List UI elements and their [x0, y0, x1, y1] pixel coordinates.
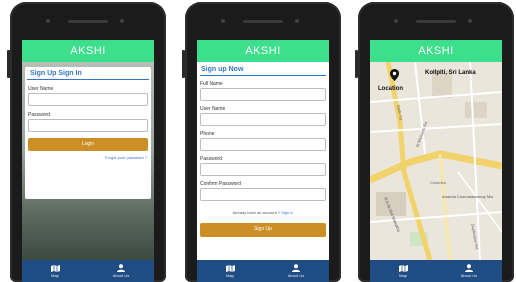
forgot-password-link[interactable]: Forgot your password ? — [29, 155, 147, 160]
tab-about[interactable]: About Us — [263, 260, 329, 282]
tab-about[interactable]: About Us — [436, 260, 502, 282]
map-icon — [50, 264, 60, 272]
password-input[interactable] — [200, 163, 326, 176]
camera-dot — [120, 19, 124, 23]
bottom-tabbar: Map About Us — [370, 260, 502, 282]
screen-signin: AKSHI Sign Up Sign In User Name Password… — [22, 40, 154, 282]
tab-map-label: Map — [226, 272, 234, 278]
signin-heading: Sign Up Sign In — [27, 67, 149, 80]
signin-card: Sign Up Sign In User Name Password Login… — [25, 67, 151, 199]
map-view[interactable]: Kollpiti, Sri Lanka Location Galle Rd St… — [370, 62, 502, 260]
confirm-password-input[interactable] — [200, 188, 326, 201]
user-icon — [117, 264, 125, 272]
bottom-tabbar: Map About Us — [197, 260, 329, 282]
password-input[interactable] — [28, 119, 148, 132]
phone-frame-3: AKSHI Kollpiti, Sri Lanka Location Galle… — [355, 2, 514, 282]
location-title: Kollpiti, Sri Lanka — [425, 70, 476, 76]
screen-signup: AKSHI Sign up Now Full Name User Name Ph… — [197, 40, 329, 282]
side-button — [7, 50, 10, 78]
background-image: Sign Up Sign In User Name Password Login… — [22, 62, 154, 260]
app-title: AKSHI — [197, 40, 329, 62]
confirm-password-label: Confirm Password — [200, 181, 241, 187]
sensor-dot — [394, 19, 398, 23]
tab-map[interactable]: Map — [22, 260, 88, 282]
account-text: Already have an account ? — [232, 210, 280, 215]
map-pin-icon[interactable] — [390, 69, 399, 81]
tab-about[interactable]: About Us — [88, 260, 154, 282]
username-label: User Name — [28, 86, 54, 92]
fullname-input[interactable] — [200, 88, 326, 101]
speaker-grille — [68, 20, 108, 23]
side-button — [355, 50, 358, 78]
signup-form: Sign up Now Full Name User Name Phone Pa… — [197, 62, 329, 260]
location-label: Location — [378, 86, 403, 92]
tab-map-label: Map — [399, 272, 407, 278]
phone-input[interactable] — [200, 138, 326, 151]
app-title: AKSHI — [22, 40, 154, 62]
tab-about-label: About Us — [287, 273, 305, 278]
sensor-dot — [46, 19, 50, 23]
user-icon — [465, 264, 473, 272]
tab-map[interactable]: Map — [197, 260, 263, 282]
account-prompt: Already have an account ? Sign in — [200, 210, 326, 215]
phone-frame-1: AKSHI Sign Up Sign In User Name Password… — [7, 2, 166, 282]
login-button[interactable]: Login — [28, 138, 148, 151]
tab-map[interactable]: Map — [370, 260, 436, 282]
phone-label: Phone — [200, 131, 215, 137]
username-input[interactable] — [28, 93, 148, 106]
password-label: Password — [200, 156, 222, 162]
sensor-dot — [221, 19, 225, 23]
speaker-grille — [243, 20, 283, 23]
signup-button[interactable]: Sign Up — [200, 223, 326, 237]
screen-map: AKSHI Kollpiti, Sri Lanka Location Galle… — [370, 40, 502, 282]
signin-link[interactable]: Sign in — [281, 210, 293, 215]
camera-dot — [295, 19, 299, 23]
username-label: User Name — [200, 106, 226, 112]
road-label-ananda: Ananda Coomaraswamy Mw — [442, 194, 494, 199]
app-title: AKSHI — [370, 40, 502, 62]
password-label: Password — [28, 112, 50, 118]
camera-dot — [468, 19, 472, 23]
phone-frame-2: AKSHI Sign up Now Full Name User Name Ph… — [182, 2, 341, 282]
tab-about-label: About Us — [460, 273, 478, 278]
tab-map-label: Map — [51, 272, 59, 278]
tab-about-label: About Us — [112, 273, 130, 278]
signup-heading: Sign up Now — [200, 62, 326, 76]
bottom-tabbar: Map About Us — [22, 260, 154, 282]
speaker-grille — [416, 20, 456, 23]
side-button — [182, 50, 185, 78]
map-icon — [225, 264, 235, 272]
fullname-label: Full Name — [200, 81, 223, 87]
road-label-colombo: Colombo — [430, 180, 447, 185]
username-input[interactable] — [200, 113, 326, 126]
map-icon — [398, 264, 408, 272]
user-icon — [292, 264, 300, 272]
